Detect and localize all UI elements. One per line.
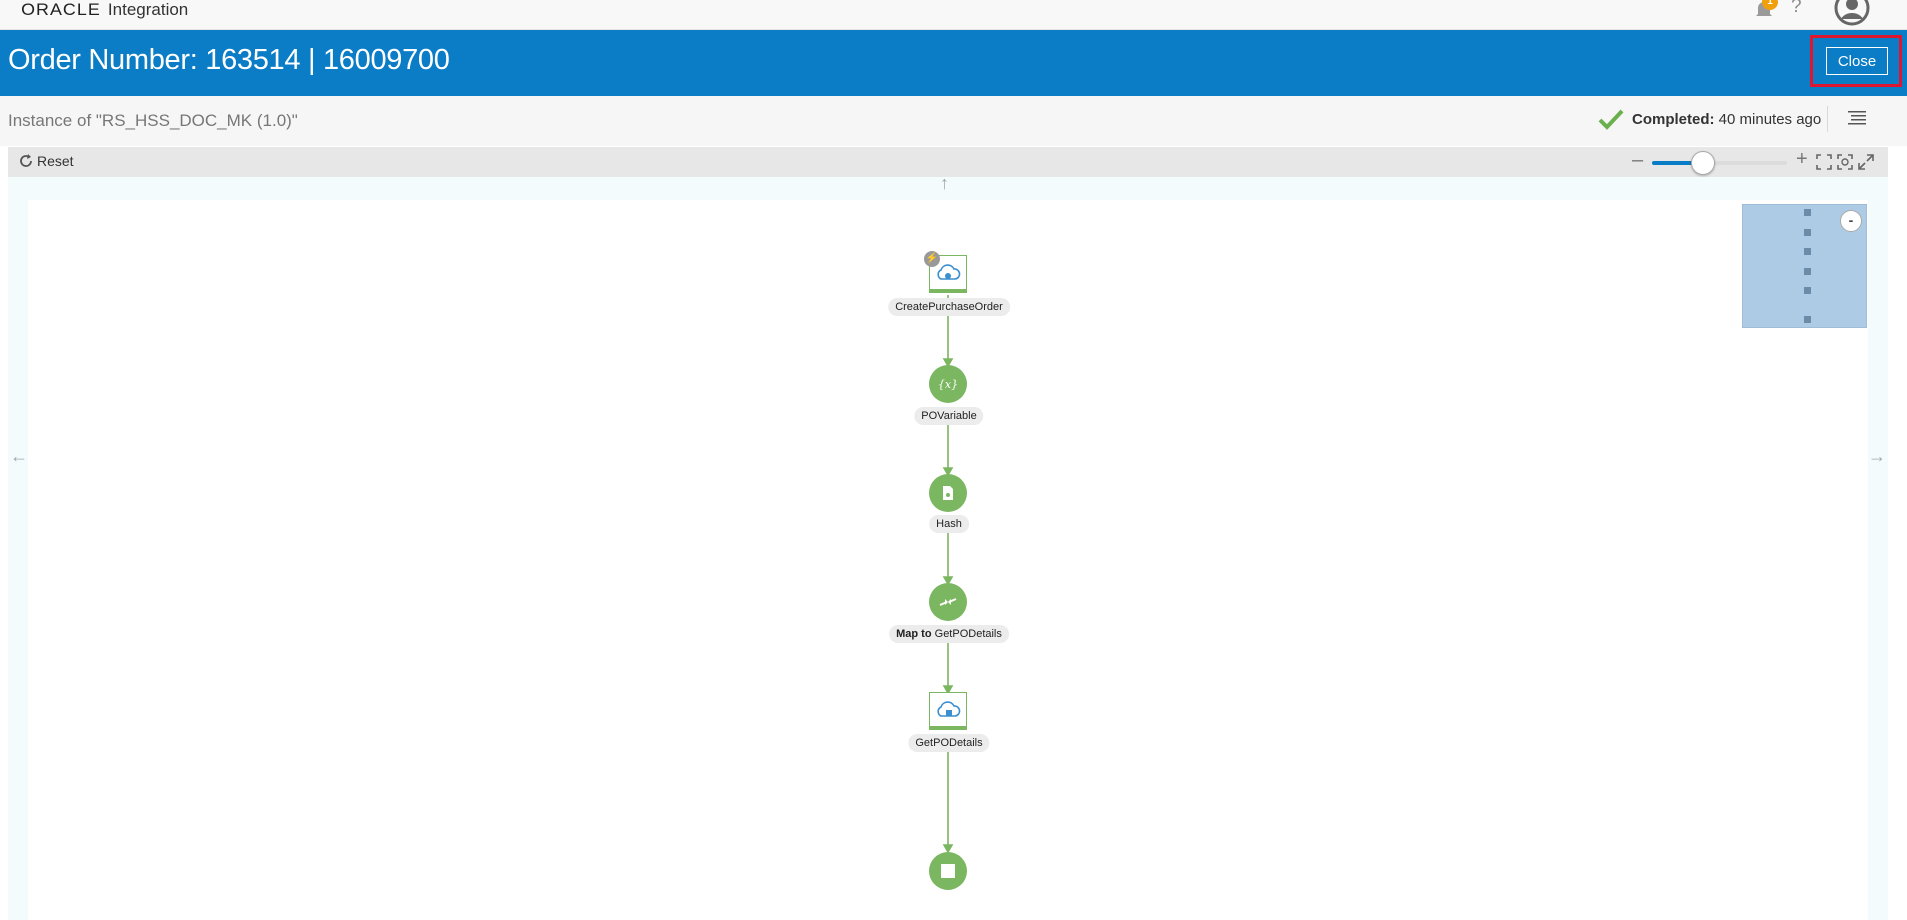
minimap-node	[1804, 229, 1811, 236]
node-label[interactable]: POVariable	[914, 407, 984, 425]
node-label[interactable]: CreatePurchaseOrder	[888, 298, 1010, 316]
minimap-node	[1804, 248, 1811, 255]
cloud-icon	[937, 263, 961, 280]
notification-badge: 1	[1762, 0, 1778, 10]
pan-left-arrow[interactable]: ←	[10, 446, 28, 467]
map-icon	[939, 598, 957, 606]
stop-icon	[941, 864, 955, 878]
document-icon	[943, 486, 953, 500]
minimap-node	[1804, 209, 1811, 216]
close-button[interactable]: Close	[1826, 47, 1888, 75]
divider	[1827, 106, 1828, 132]
activity-stream-icon[interactable]	[1848, 110, 1866, 126]
expand-icon[interactable]	[1858, 154, 1874, 170]
flow-node-end[interactable]	[929, 852, 967, 890]
reset-label: Reset	[37, 153, 74, 169]
flow-node-povariable[interactable]: {x}	[929, 365, 967, 403]
check-icon	[1598, 109, 1624, 130]
cloud-icon	[937, 700, 961, 717]
minimap-node	[1804, 268, 1811, 275]
node-label[interactable]: Hash	[929, 515, 969, 533]
zoom-out-button[interactable]: –	[1632, 149, 1643, 172]
page-title: Order Number: 163514 | 16009700	[8, 44, 450, 76]
pan-up-arrow[interactable]: ↑	[940, 173, 949, 194]
instance-name: Instance of "RS_HSS_DOC_MK (1.0)"	[8, 111, 298, 130]
flow-node-hash[interactable]	[929, 474, 967, 512]
avatar[interactable]	[1834, 0, 1870, 26]
oracle-logo: ORACLE	[21, 0, 101, 19]
node-label[interactable]: Map to GetPODetails	[889, 625, 1009, 643]
node-label[interactable]: GetPODetails	[908, 734, 990, 752]
trigger-icon: ⚡	[924, 251, 940, 267]
fit-to-screen-icon[interactable]	[1816, 154, 1832, 170]
zoom-to-fit-icon[interactable]	[1837, 154, 1853, 170]
variable-icon: {x}	[937, 377, 959, 391]
flow-node-getpodetails[interactable]	[929, 692, 967, 730]
brand: ORACLE Integration	[21, 0, 189, 20]
status-indicator: Completed: 40 minutes ago	[1598, 108, 1821, 130]
status-label: Completed:	[1632, 110, 1715, 128]
refresh-icon	[20, 154, 32, 167]
pan-right-arrow[interactable]: →	[1868, 446, 1886, 467]
minimap-node	[1804, 287, 1811, 294]
zoom-slider-handle[interactable]	[1691, 151, 1716, 175]
zoom-in-button[interactable]: +	[1796, 148, 1808, 171]
product-name: Integration	[107, 0, 189, 19]
status-time: 40 minutes ago	[1718, 110, 1822, 128]
app-bar: ORACLE Integration 1 ?	[0, 0, 1907, 30]
reset-button[interactable]: Reset	[18, 153, 74, 169]
instance-subheader: Instance of "RS_HSS_DOC_MK (1.0)" Comple…	[0, 96, 1907, 146]
zoom-slider[interactable]	[1652, 151, 1787, 175]
minimap-node	[1804, 316, 1811, 323]
flow-node-map-getpodetails[interactable]	[929, 583, 967, 621]
page-header: Order Number: 163514 | 16009700 Close	[0, 30, 1907, 96]
help-icon[interactable]: ?	[1791, 0, 1802, 18]
minimap-collapse-button[interactable]: -	[1840, 210, 1862, 232]
